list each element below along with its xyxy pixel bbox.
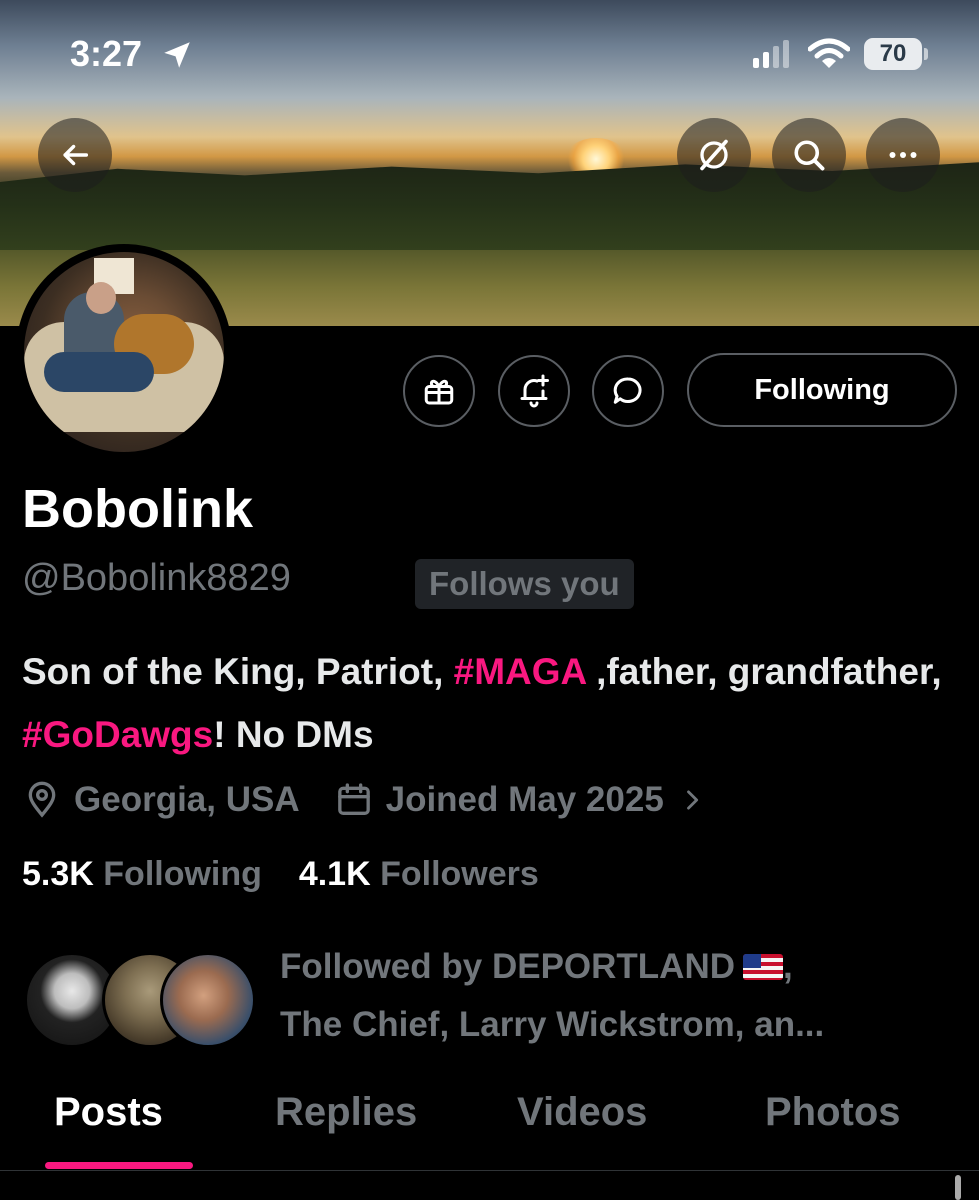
profile-name: Bobolink [22,479,253,539]
followers-link[interactable]: 4.1K Followers [299,855,539,893]
scrollbar[interactable] [955,1175,961,1200]
status-time: 3:27 [70,33,143,74]
followed-by-text[interactable]: Followed by DEPORTLAND, The Chief, Larry… [280,938,960,1054]
bell-plus-icon [520,374,549,408]
avatar-image [24,252,224,452]
profile-handle: @Bobolink8829 [22,557,291,599]
status-bar: 3:27 70 [0,0,979,100]
following-button[interactable]: Following [687,353,957,427]
profile-joined-date[interactable]: Joined May 2025 [386,780,664,820]
profile-bio: Son of the King, Patriot, #MAGA ,father,… [22,640,962,766]
more-button[interactable] [866,118,940,192]
tab-posts[interactable]: Posts [54,1090,163,1135]
chevron-right-icon[interactable] [678,786,706,814]
profile-tabs: Posts Replies Videos Photos [0,1090,979,1170]
message-button[interactable] [592,355,664,427]
tab-videos[interactable]: Videos [517,1090,647,1135]
battery-nub [924,48,928,60]
followed-by-prefix: Followed by DEPORTLAND [280,947,735,986]
tab-photos[interactable]: Photos [765,1090,901,1135]
hashtag-godawgs[interactable]: #GoDawgs [22,714,213,755]
followed-by-rest: The Chief, Larry Wickstrom, an... [280,1005,825,1044]
cellular-signal-icon [753,40,793,72]
follows-you-badge: Follows you [415,559,634,609]
active-tab-indicator [45,1162,193,1169]
calendar-icon [334,780,374,820]
battery-indicator: 70 [864,38,922,70]
arrow-left-icon [63,144,89,166]
following-link[interactable]: 5.3K Following [22,855,262,893]
following-count: 5.3K [22,855,94,893]
message-icon [613,377,642,404]
followers-label: Followers [380,855,539,893]
follow-stats: 5.3K Following 4.1K Followers [22,855,539,894]
tab-divider [0,1170,979,1171]
more-icon [889,152,917,158]
gift-icon [424,379,454,405]
location-arrow-icon [160,38,194,76]
avatar[interactable] [16,244,232,460]
profile-meta: Georgia, USA Joined May 2025 [22,772,718,828]
search-icon [794,140,825,171]
search-button[interactable] [772,118,846,192]
us-flag-icon [743,954,783,980]
followed-by-comma: , [783,947,793,986]
profile-location: Georgia, USA [74,780,300,819]
bio-text: ,father, grandfather, [585,651,942,692]
hashtag-maga[interactable]: #MAGA [454,651,586,692]
followers-count: 4.1K [298,855,371,893]
wifi-icon [807,38,851,74]
bio-text: Son of the King, Patriot, [22,651,454,692]
bio-text: ! No DMs [213,714,374,755]
back-button[interactable] [38,118,112,192]
notifications-button[interactable] [498,355,570,427]
grok-icon [700,139,728,171]
follower-avatar [160,952,256,1048]
gift-button[interactable] [403,355,475,427]
following-label: Following [103,855,262,893]
location-pin-icon [22,780,62,820]
grok-button[interactable] [677,118,751,192]
tab-replies[interactable]: Replies [275,1090,417,1135]
